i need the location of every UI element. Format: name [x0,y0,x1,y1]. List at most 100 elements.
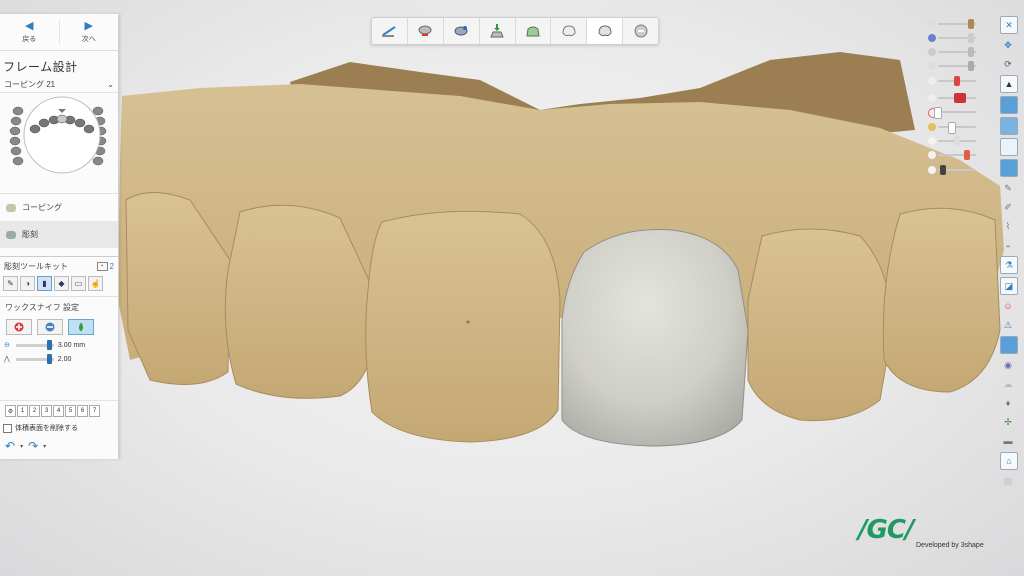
brush-tool-icon[interactable]: ▭ [71,276,86,291]
slider-thumb-icon[interactable] [954,93,966,103]
pen-icon[interactable]: ✐ [1000,199,1016,215]
slider-thumb-icon[interactable] [954,136,960,146]
cloud-icon[interactable]: ☁ [1000,376,1016,392]
workflow-step-coping[interactable] [516,18,552,44]
workflow-step-anatomy[interactable] [551,18,588,44]
next-button[interactable]: ▶ 次へ [60,14,119,50]
contact-marker [466,320,470,324]
visibility-slider[interactable] [928,93,980,103]
slider-track [938,111,976,113]
preset-button[interactable]: 1 [17,405,28,417]
lab-icon[interactable]: ⌂ [1000,452,1018,470]
slider-thumb-icon[interactable] [968,19,974,29]
toolkit-badge: 2 [109,262,114,271]
ruler-icon[interactable]: ▬ [1000,433,1016,449]
upper-scan-dot [928,20,936,28]
preset-button[interactable]: 2 [29,405,40,417]
close-icon[interactable]: ✕ [1000,16,1018,34]
preset-tool-icon[interactable]: ⚙ [5,405,16,417]
redo-icon[interactable]: ↷ [28,439,38,453]
brush-icon[interactable]: ⌇ [1000,218,1016,234]
pointer-icon[interactable]: ✢ [1000,414,1016,430]
notes-icon[interactable]: ▤ [1000,473,1016,489]
slider-thumb-icon[interactable] [968,33,974,43]
pointer-tool-icon[interactable]: ☝ [88,276,103,291]
cube-view-top-icon[interactable] [1000,117,1018,135]
visibility-slider[interactable] [928,136,980,146]
strength-slider[interactable] [15,353,54,364]
strength-slider-thumb[interactable] [46,353,52,364]
step-sculpt[interactable]: 彫刻 [0,221,118,248]
pan-icon[interactable]: ✥ [1000,37,1016,53]
slider-thumb-icon[interactable] [968,61,974,71]
cube-view-back-icon[interactable] [1000,159,1018,177]
warning-icon[interactable]: ⚠ [1000,317,1016,333]
smooth-material-button[interactable] [68,319,94,335]
right-toolbar: ✕ ✥ ⟳ ▲ ✎ ✐ ⌇ ◒ ⚗ ◪ ☺ ⚠ ◉ ☁ ♦ ✢ ▬ ⌂ ▤ [998,16,1018,492]
workflow-step-finalize[interactable] [623,18,658,44]
cube-view-side-icon[interactable] [1000,138,1018,156]
morph-icon[interactable]: ◪ [1000,277,1018,295]
step-coping-label: コーピング [22,203,62,212]
slider-thumb-icon[interactable] [968,47,974,57]
undo-icon[interactable]: ↶ [5,439,15,453]
add-material-button[interactable] [6,319,32,335]
step-coping[interactable]: コーピング [0,193,118,221]
slider-thumb-icon[interactable] [948,122,956,134]
workflow-step-insertion[interactable] [444,18,480,44]
slider-thumb-icon[interactable] [964,150,970,160]
3d-viewport[interactable] [0,0,1024,576]
add-remove-tool-icon[interactable]: ✎ [3,276,18,291]
preset-button[interactable]: 7 [89,405,100,417]
wax-knife-icon[interactable]: ✎ [1000,180,1016,196]
slider-thumb-icon[interactable] [940,165,946,175]
morph-tool-icon[interactable]: ◆ [54,276,69,291]
back-button[interactable]: ◀ 戻る [0,14,59,50]
designed-crown-21[interactable] [561,229,749,447]
dental-model-scene[interactable] [0,0,1024,576]
toolkit-options[interactable]: ▪ 2 [96,262,114,271]
visibility-slider[interactable] [928,19,980,29]
redo-dropdown-icon[interactable]: ▾ [43,443,46,450]
visibility-slider[interactable] [928,150,980,160]
preset-button[interactable]: 3 [41,405,52,417]
size-slider[interactable] [15,339,54,350]
workflow-step-prepare[interactable] [372,18,408,44]
arrow-right-icon: ▶ [84,19,93,32]
remove-volume-checkbox[interactable] [3,423,12,433]
prepare-scan-icon [382,26,396,37]
size-slider-thumb[interactable] [46,339,52,350]
wax-knife-tool-icon[interactable]: ▮ [37,276,52,291]
visibility-slider[interactable] [928,107,980,119]
tooth-outline-icon[interactable]: ♦ [1000,395,1016,411]
tooth-lib-icon[interactable]: ⚗ [1000,256,1018,274]
preset-button[interactable]: 6 [77,405,88,417]
visibility-slider[interactable] [928,122,980,134]
step-sculpt-label: 彫刻 [22,230,38,239]
slider-thumb-icon[interactable] [934,107,942,119]
workflow-step-sculpt[interactable] [587,18,624,44]
smooth-tool-icon[interactable]: ◑ [20,276,35,291]
visibility-slider[interactable] [928,33,980,43]
visibility-slider[interactable] [928,61,980,71]
remove-material-button[interactable] [37,319,63,335]
clip-icon[interactable]: ◉ [1000,357,1016,373]
scissors-icon[interactable] [954,76,960,86]
cube-view-front-icon[interactable] [1000,96,1018,114]
view-options-icon[interactable]: ▲ [1000,75,1018,93]
visibility-slider[interactable] [928,76,980,86]
visibility-slider[interactable] [928,165,980,175]
wizard-nav: ◀ 戻る ▶ 次へ [0,14,118,51]
smooth-icon[interactable]: ◒ [1000,237,1016,253]
workflow-step-margin[interactable] [408,18,444,44]
rotate-icon[interactable]: ⟳ [1000,56,1016,72]
undo-dropdown-icon[interactable]: ▾ [20,443,23,450]
preset-button[interactable]: 4 [53,405,64,417]
measure-icon[interactable] [1000,336,1018,354]
visibility-slider[interactable] [928,47,980,57]
workflow-step-spacer[interactable] [480,18,516,44]
coping-dropdown[interactable]: コーピング 21 ⌄ [0,77,118,93]
preset-button[interactable]: 5 [65,405,76,417]
tooth-chart[interactable] [0,93,118,193]
face-icon[interactable]: ☺ [1000,298,1016,314]
